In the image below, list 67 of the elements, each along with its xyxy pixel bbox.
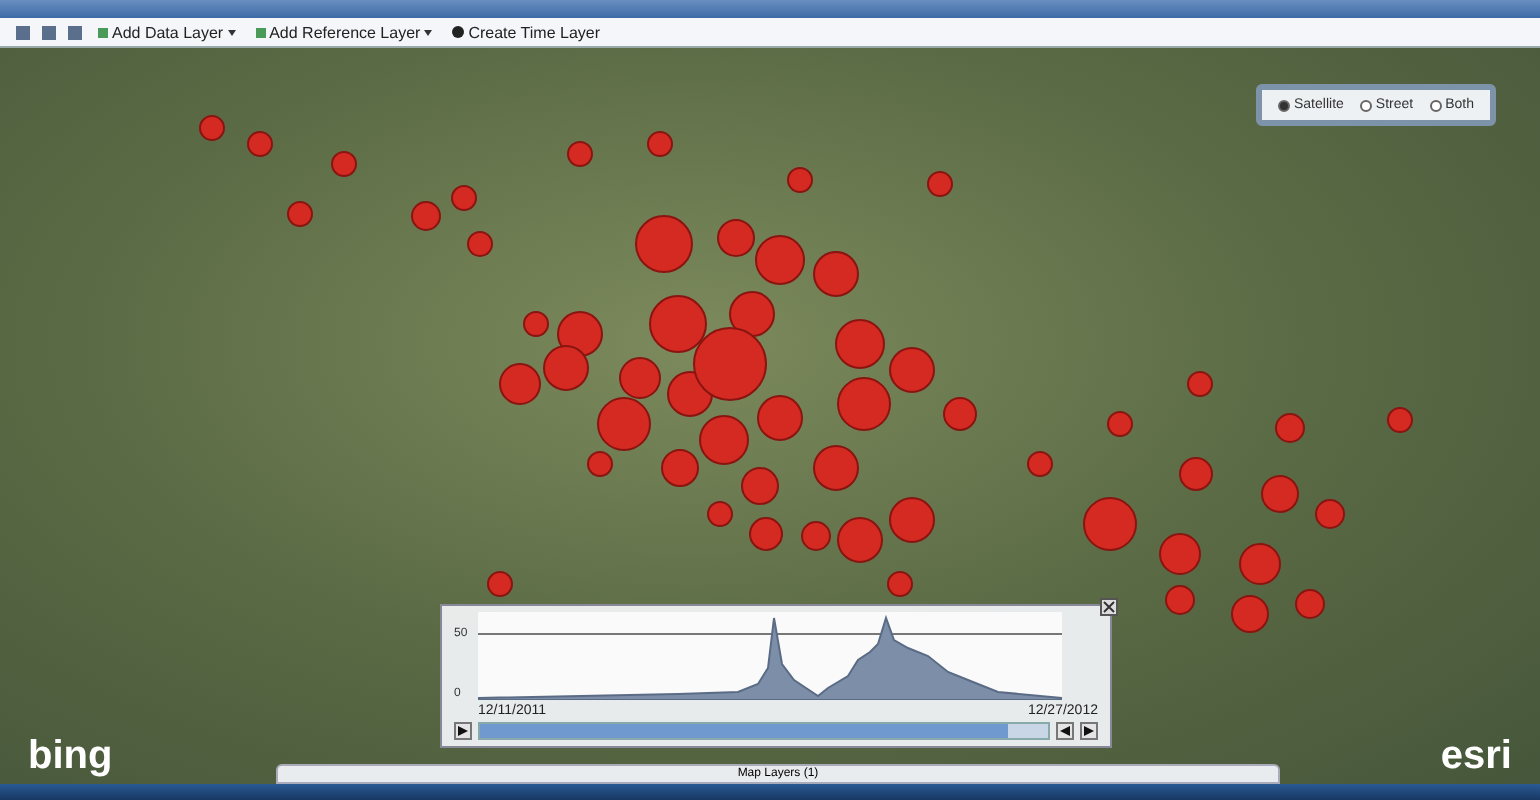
cluster-marker[interactable] — [835, 319, 885, 369]
step-back-button[interactable] — [1056, 722, 1074, 740]
cluster-marker[interactable] — [749, 517, 783, 551]
step-forward-button[interactable] — [1080, 722, 1098, 740]
cluster-marker[interactable] — [707, 501, 733, 527]
cluster-marker[interactable] — [729, 291, 775, 337]
cluster-marker[interactable] — [1083, 497, 1137, 551]
cluster-marker[interactable] — [661, 449, 699, 487]
caret-icon — [424, 29, 433, 35]
map-logo: esri — [1440, 734, 1512, 780]
cluster-marker[interactable] — [635, 215, 693, 273]
cluster-marker[interactable] — [649, 295, 707, 353]
cluster-marker[interactable] — [451, 185, 477, 211]
cluster-marker[interactable] — [1107, 411, 1133, 437]
cluster-marker[interactable] — [1295, 589, 1325, 619]
cluster-marker[interactable] — [1239, 543, 1281, 585]
toolbar-button[interactable]: Add Reference Layer — [251, 23, 437, 41]
time-slider-track[interactable] — [478, 722, 1050, 740]
cluster-marker[interactable] — [567, 141, 593, 167]
cluster-marker[interactable] — [647, 131, 673, 157]
close-button[interactable] — [1100, 598, 1118, 616]
cluster-marker[interactable] — [699, 415, 749, 465]
cluster-marker[interactable] — [1315, 499, 1345, 529]
cluster-marker[interactable] — [487, 571, 513, 597]
cluster-marker[interactable] — [1387, 407, 1413, 433]
cluster-marker[interactable] — [287, 201, 313, 227]
cluster-marker[interactable] — [1027, 451, 1053, 477]
cluster-marker[interactable] — [587, 451, 613, 477]
cluster-marker[interactable] — [467, 231, 493, 257]
cluster-marker[interactable] — [247, 131, 273, 157]
cluster-marker[interactable] — [943, 397, 977, 431]
cluster-marker[interactable] — [1179, 457, 1213, 491]
cluster-marker[interactable] — [411, 201, 441, 231]
cluster-marker[interactable] — [523, 311, 549, 337]
cluster-marker[interactable] — [619, 357, 661, 399]
cluster-marker[interactable] — [813, 445, 859, 491]
cluster-marker[interactable] — [1275, 413, 1305, 443]
cluster-marker[interactable] — [801, 521, 831, 551]
play-button[interactable] — [454, 722, 472, 740]
cluster-marker[interactable] — [741, 467, 779, 505]
toolbar-button[interactable]: Add Data Layer — [94, 23, 240, 41]
cluster-marker[interactable] — [1159, 533, 1201, 575]
cluster-marker[interactable] — [889, 347, 935, 393]
caret-icon — [227, 29, 236, 35]
cluster-marker[interactable] — [837, 517, 883, 563]
toolbar-button[interactable]: Create Time Layer — [448, 23, 605, 41]
cluster-marker[interactable] — [757, 395, 803, 441]
cluster-marker[interactable] — [887, 571, 913, 597]
cluster-marker[interactable] — [557, 311, 603, 357]
cluster-marker[interactable] — [1231, 595, 1269, 633]
cluster-marker[interactable] — [1261, 475, 1299, 513]
cluster-marker[interactable] — [1187, 371, 1213, 397]
cluster-marker[interactable] — [199, 115, 225, 141]
cluster-marker[interactable] — [1165, 585, 1195, 615]
cluster-marker[interactable] — [755, 235, 805, 285]
cluster-marker[interactable] — [889, 497, 935, 543]
cluster-marker[interactable] — [331, 151, 357, 177]
cluster-marker[interactable] — [717, 219, 755, 257]
cluster-marker[interactable] — [787, 167, 813, 193]
map-logo: bing — [28, 734, 113, 780]
cluster-marker[interactable] — [499, 363, 541, 405]
cluster-marker[interactable] — [543, 345, 589, 391]
cluster-marker[interactable] — [927, 171, 953, 197]
cluster-marker[interactable] — [837, 377, 891, 431]
cluster-marker[interactable] — [693, 327, 767, 401]
cluster-marker[interactable] — [813, 251, 859, 297]
cluster-marker[interactable] — [597, 397, 651, 451]
